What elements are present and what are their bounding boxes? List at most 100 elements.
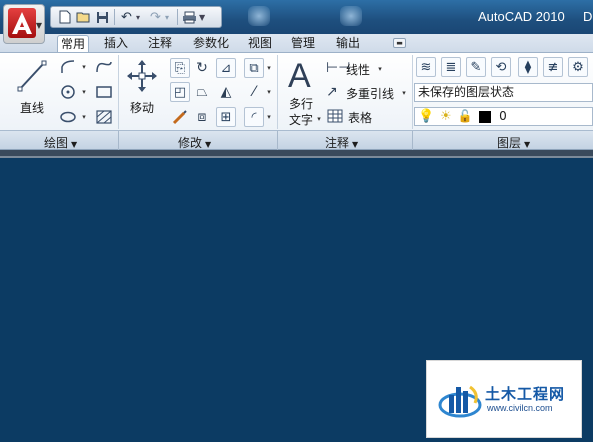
panel-title-separator (277, 131, 278, 150)
linear-label: 线性 (346, 63, 371, 77)
site-name: 土木工程网 (485, 385, 566, 403)
undo-dropdown-icon[interactable]: ▾ (136, 13, 146, 22)
annotation-panel-dropdown-icon: ▼ (352, 140, 359, 149)
spline-icon[interactable] (94, 57, 114, 77)
autocad-window: ↶ ▾ ↷ ▾ ▼ AutoCAD 2010 D ▼ 常用 插入 注释 参数化 (0, 0, 593, 442)
brush-icon[interactable] (170, 107, 190, 127)
autocad-logo-icon (8, 8, 36, 38)
draw-panel-title[interactable]: 绘图 ▼ (44, 134, 77, 151)
ribbon-panel-area: 直线 ▾ ▾ ▾ 移动 ⎘ ↻ ⊿ ⧉ ▾ ◰ ⏢ ◭ ⁄ ▾ ⧈ ⊞ ◜ ▾ … (0, 52, 593, 130)
multileader-dropdown-icon: ▾ (402, 89, 406, 97)
trim-icon[interactable]: ⊿ (216, 58, 236, 78)
layer-properties-icon[interactable]: ≋ (416, 57, 436, 77)
move-button[interactable]: 移动 (124, 59, 164, 115)
ellipse-dropdown-icon[interactable]: ▾ (80, 113, 88, 121)
layer-thaw-sun-icon: ☀ (440, 109, 452, 124)
ellipse-icon[interactable] (58, 107, 78, 127)
polyline-icon[interactable] (58, 57, 78, 77)
site-watermark: 土木工程网 www.civilcn.com (426, 360, 582, 438)
layers-panel-dropdown-icon: ▼ (524, 140, 531, 149)
site-url: www.civilcn.com (487, 403, 553, 413)
mirror-icon[interactable]: ◭ (216, 82, 236, 102)
customize-toolbar-icon[interactable]: ▼ (199, 13, 209, 22)
rectangle-icon[interactable] (94, 82, 114, 102)
modify-dropdown-icon[interactable]: ▾ (265, 64, 273, 72)
chamfer-dropdown-icon[interactable]: ▾ (265, 113, 273, 121)
tab-output[interactable]: 输出 (333, 35, 363, 52)
panel-title-separator (118, 131, 119, 150)
ribbon-tab-row: 常用 插入 注释 参数化 视图 管理 输出 ▬ (0, 34, 593, 52)
toolbar-separator (177, 9, 178, 25)
window-title: AutoCAD 2010 (478, 9, 565, 24)
table-label: 表格 (348, 111, 373, 125)
circle-dropdown-icon[interactable]: ▾ (80, 88, 88, 96)
polyline-dropdown-icon[interactable]: ▾ (80, 63, 88, 71)
stretch-icon[interactable]: ◰ (170, 82, 190, 102)
modify-panel-dropdown-icon: ▼ (205, 140, 212, 149)
linear-dropdown-icon: ▾ (378, 65, 382, 73)
layers-panel-title[interactable]: 图层 ▼ (497, 134, 530, 151)
application-menu-caret-icon: ▼ (35, 21, 42, 30)
annotation-panel-title[interactable]: 注释 ▼ (325, 134, 358, 151)
minimize-ribbon-icon[interactable]: ▬ (393, 38, 406, 48)
rotate-icon[interactable]: ↻ (192, 58, 212, 78)
multileader-button[interactable]: ↗ 多重引线 ▾ (326, 83, 410, 103)
panel-separator (118, 55, 119, 129)
toolbar-separator (114, 9, 115, 25)
current-layer-name: 0 (499, 109, 507, 123)
tab-parametric[interactable]: 参数化 (190, 35, 232, 52)
tab-insert[interactable]: 插入 (101, 35, 131, 52)
panel-separator (277, 55, 278, 129)
quick-access-toolbar: ↶ ▾ ↷ ▾ ▼ (50, 6, 222, 28)
circle-icon[interactable] (58, 82, 78, 102)
line-icon (17, 60, 47, 92)
title-bar: ↶ ▾ ↷ ▾ ▼ AutoCAD 2010 D (0, 0, 593, 34)
layer-unisolate-icon[interactable]: ≢ (543, 57, 563, 77)
mtext-button[interactable]: A 多行 文字 ▾ (285, 57, 321, 127)
draw-panel-dropdown-icon: ▼ (71, 140, 78, 149)
layer-off-icon[interactable]: ⚙ (568, 57, 588, 77)
redo-dropdown-icon[interactable]: ▾ (165, 13, 175, 22)
chamfer-icon[interactable]: ◜ (244, 107, 264, 127)
linear-dimension-button[interactable]: ⊢⊣ 线性 ▾ (326, 59, 386, 79)
layer-color-swatch (479, 110, 492, 123)
undo-icon[interactable]: ↶ (117, 8, 136, 26)
tab-manage[interactable]: 管理 (288, 35, 318, 52)
fillet-icon[interactable]: ⏢ (192, 82, 212, 102)
layer-state-select[interactable]: 未保存的图层状态 (414, 83, 593, 102)
hatch-icon[interactable] (94, 107, 114, 127)
new-file-icon[interactable] (55, 8, 74, 26)
redo-icon[interactable]: ↷ (146, 8, 165, 26)
erase-group-icon[interactable]: ⧉ (244, 58, 264, 78)
tab-view[interactable]: 视图 (245, 35, 275, 52)
plot-printer-icon[interactable] (180, 8, 199, 26)
current-layer-select[interactable]: 💡 ☀ 🔓 0 (414, 107, 593, 126)
array-icon[interactable]: ⊞ (216, 107, 236, 127)
offset-dropdown-icon[interactable]: ▾ (265, 88, 273, 96)
tab-annotate[interactable]: 注释 (145, 35, 175, 52)
multileader-icon: ↗ (326, 84, 338, 100)
panel-separator (412, 55, 413, 129)
table-icon (327, 109, 343, 126)
open-folder-icon[interactable] (74, 8, 93, 26)
layer-match-icon[interactable]: ✎ (466, 57, 486, 77)
layer-previous-icon[interactable]: ⟲ (491, 57, 511, 77)
application-menu-button[interactable]: ▼ (3, 4, 45, 44)
ribbon-bottom-border (0, 150, 593, 158)
line-label: 直线 (20, 101, 45, 115)
mtext-label-line2: 文字 (289, 113, 314, 127)
draw-line-button[interactable]: 直线 (14, 59, 50, 115)
save-icon[interactable] (93, 8, 112, 26)
offset-icon[interactable]: ⁄ (244, 82, 264, 102)
table-button[interactable]: 表格 (326, 107, 386, 127)
layer-states-icon[interactable]: ≣ (441, 57, 461, 77)
scale-icon[interactable]: ⧈ (192, 107, 212, 127)
layer-isolate-icon[interactable]: ⧫ (518, 57, 538, 77)
tab-home[interactable]: 常用 (57, 35, 90, 52)
mtext-label-line1: 多行 (289, 97, 314, 111)
multileader-label: 多重引线 (346, 87, 395, 101)
modify-panel-title[interactable]: 修改 ▼ (178, 134, 211, 151)
window-title-extra: D (583, 9, 593, 24)
copy-icon[interactable]: ⎘ (170, 58, 190, 78)
move-arrows-icon (127, 60, 157, 92)
